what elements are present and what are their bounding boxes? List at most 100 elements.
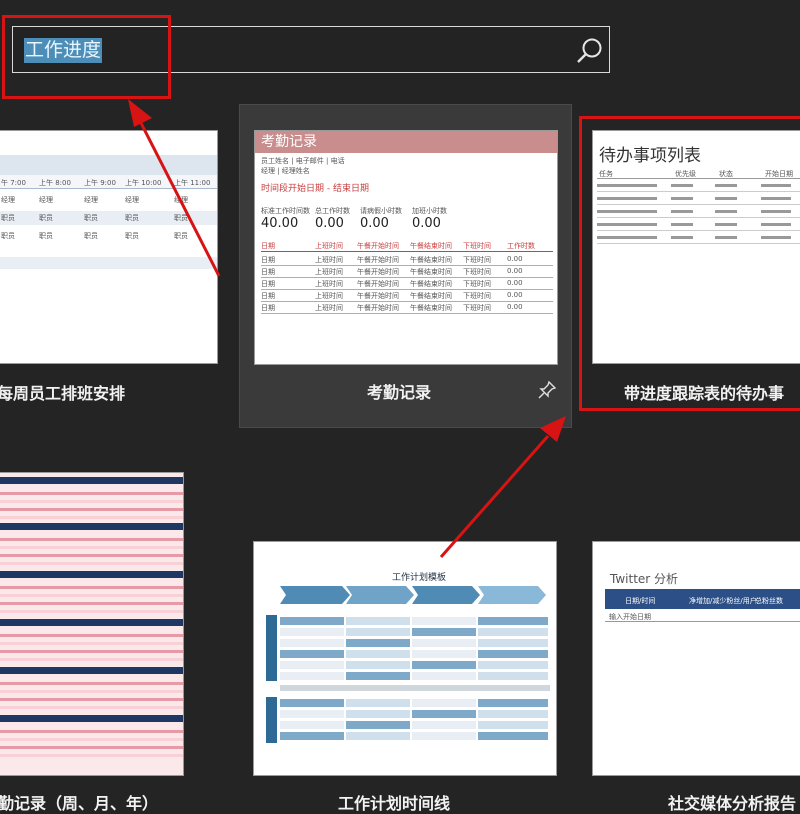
timeline-cell	[280, 732, 344, 740]
attendance-row-cell: 0.00	[507, 303, 523, 311]
todo-cell	[597, 236, 657, 239]
weekly-cell: 经理	[1, 196, 15, 204]
todo-heading: 待办事项列表	[599, 146, 701, 166]
template-thumbnail-work-timeline[interactable]: 工作计划模板	[253, 541, 557, 776]
timeline-cell	[280, 639, 344, 647]
weekly-cell: 职员	[1, 214, 15, 222]
todo-cell	[761, 210, 791, 213]
twitter-col-header: 总粉丝数	[755, 597, 783, 605]
template-thumbnail-todo[interactable]: 待办事项列表 任务 优先级 状态 开始日期	[592, 130, 800, 364]
timeline-cell	[280, 628, 344, 636]
weekly-row-1: 经理 经理 经理 经理 经理	[0, 193, 217, 207]
weekly-header-cell: 上午 9:00	[84, 179, 116, 187]
monthly-row	[0, 516, 183, 519]
monthly-row	[0, 586, 183, 589]
template-thumbnail-twitter[interactable]: Twitter 分析 日期/时间 净增加/减少粉丝/用户 总粉丝数 输入开始日期	[592, 541, 800, 776]
todo-cell	[671, 184, 693, 187]
monthly-row	[0, 698, 183, 701]
monthly-row	[0, 602, 183, 605]
timeline-cell	[280, 699, 344, 707]
weekly-header-cell: 上午 10:00	[125, 179, 162, 187]
attendance-row-cell: 下班时间	[463, 256, 491, 264]
template-title-todo[interactable]: 带进度跟踪表的待办事	[624, 380, 784, 404]
monthly-row	[0, 610, 183, 613]
weekly-header-row: 午 7:00 上午 8:00 上午 9:00 上午 10:00 上午 11:00	[0, 175, 217, 189]
timeline-cell	[478, 710, 548, 718]
twitter-col-header: 净增加/减少粉丝/用户	[689, 597, 757, 605]
template-title-attendance[interactable]: 考勤记录	[367, 379, 431, 403]
template-title-weekly[interactable]: 每周员工排班安排	[0, 380, 125, 404]
template-thumbnail-monthly-attendance[interactable]	[0, 472, 184, 776]
timeline-cell	[346, 721, 410, 729]
timeline-cell	[478, 617, 548, 625]
timeline-cell	[280, 710, 344, 718]
monthly-row	[0, 754, 183, 757]
attendance-row-cell: 上班时间	[315, 292, 343, 300]
weekly-row-3: 职员 职员 职员 职员 职员	[0, 229, 217, 243]
todo-col-header: 任务	[599, 170, 613, 178]
timeline-cell	[346, 732, 410, 740]
search-icon[interactable]	[575, 36, 605, 66]
todo-col-header: 开始日期	[765, 170, 793, 178]
todo-col-header: 状态	[719, 170, 733, 178]
template-card-attendance[interactable]: 考勤记录 员工姓名 | 电子邮件 | 电话 经理 | 经理姓名 时间段开始日期 …	[239, 104, 572, 428]
timeline-cell	[346, 617, 410, 625]
weekly-cell: 职员	[125, 232, 139, 240]
attendance-row-line	[261, 289, 553, 290]
weekly-header-cell: 上午 11:00	[174, 179, 211, 187]
stat-label: 标准工作时间数	[261, 207, 310, 215]
timeline-cell	[412, 721, 476, 729]
timeline-cell	[412, 699, 476, 707]
monthly-header-band	[0, 619, 183, 626]
stat-label: 请病假小时数	[360, 207, 402, 215]
todo-cell	[715, 236, 737, 239]
todo-row-line	[597, 230, 800, 231]
monthly-row	[0, 538, 183, 541]
attendance-row-cell: 午餐结束时间	[410, 292, 452, 300]
timeline-cell	[478, 699, 548, 707]
stat-value: 0.00	[360, 216, 389, 231]
template-title-monthly-attendance[interactable]: 勤记录（周、月、年）	[0, 790, 158, 814]
todo-cell	[597, 184, 657, 187]
attendance-row-cell: 下班时间	[463, 268, 491, 276]
stat-value: 40.00	[261, 216, 299, 231]
monthly-row	[0, 634, 183, 637]
timeline-cell	[412, 661, 476, 669]
timeline-cell	[280, 617, 344, 625]
template-thumbnail-attendance[interactable]: 考勤记录 员工姓名 | 电子邮件 | 电话 经理 | 经理姓名 时间段开始日期 …	[254, 130, 558, 365]
col-header: 午餐开始时间	[357, 242, 399, 250]
timeline-cell	[346, 639, 410, 647]
col-header: 下班时间	[463, 242, 491, 250]
attendance-row-cell: 上班时间	[315, 280, 343, 288]
stat-value: 0.00	[315, 216, 344, 231]
attendance-row-cell: 下班时间	[463, 280, 491, 288]
attendance-row-cell: 0.00	[507, 267, 523, 275]
attendance-row-cell: 午餐开始时间	[357, 292, 399, 300]
pin-icon[interactable]	[537, 380, 557, 400]
template-title-work-timeline[interactable]: 工作计划时间线	[338, 790, 450, 814]
todo-cell	[715, 223, 737, 226]
timeline-cell	[280, 650, 344, 658]
todo-row-line	[597, 243, 800, 244]
monthly-row	[0, 642, 183, 645]
timeline-cell	[346, 710, 410, 718]
attendance-row-cell: 午餐结束时间	[410, 304, 452, 312]
monthly-row	[0, 682, 183, 685]
monthly-row	[0, 500, 183, 503]
template-title-twitter[interactable]: 社交媒体分析报告	[668, 790, 796, 814]
timeline-cell	[478, 639, 548, 647]
search-input[interactable]: 工作进度	[12, 26, 610, 73]
timeline-cell	[412, 732, 476, 740]
template-thumbnail-weekly[interactable]: 午 7:00 上午 8:00 上午 9:00 上午 10:00 上午 11:00…	[0, 130, 218, 364]
todo-row-line	[597, 191, 800, 192]
col-header: 工作时数	[507, 242, 535, 250]
attendance-row-cell: 午餐开始时间	[357, 268, 399, 276]
monthly-header-band	[0, 571, 183, 578]
todo-cell	[715, 184, 737, 187]
timeline-cell	[346, 628, 410, 636]
search-query-text[interactable]: 工作进度	[24, 38, 103, 63]
stat-label: 总工作时数	[315, 207, 350, 215]
attendance-row-cell: 下班时间	[463, 304, 491, 312]
col-header: 上班时间	[315, 242, 343, 250]
attendance-row-line	[261, 265, 553, 266]
